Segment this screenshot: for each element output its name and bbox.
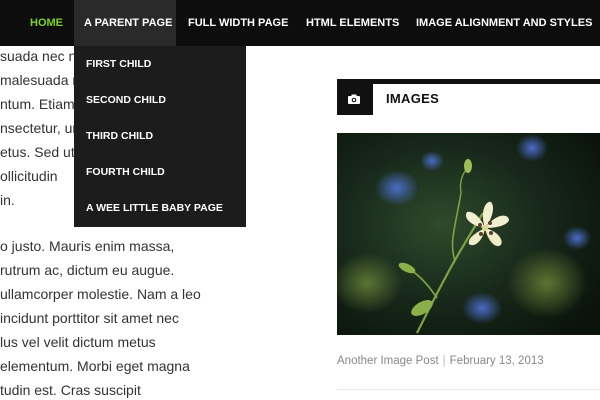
content-line: ntum. Etiam	[0, 96, 75, 112]
post-meta: Another Image Post | February 13, 2013	[337, 355, 544, 367]
content-line: incidunt porttitor sit amet nec	[0, 310, 179, 326]
post-title-link[interactable]: Another Image Post	[337, 355, 439, 367]
camera-icon	[348, 94, 360, 104]
meta-separator: |	[442, 355, 446, 367]
submenu-item-third-child[interactable]: THIRD CHILD	[86, 130, 153, 142]
post-thumbnail-image[interactable]	[337, 133, 600, 335]
nav-item-image-alignment[interactable]: IMAGE ALIGNMENT AND STYLES	[406, 0, 600, 46]
divider	[337, 389, 600, 390]
widget-title: IMAGES	[386, 91, 440, 106]
content-line: ollicitudin	[0, 168, 58, 184]
submenu-item-wee-little-baby-page[interactable]: A WEE LITTLE BABY PAGE	[86, 202, 223, 214]
submenu-item-second-child[interactable]: SECOND CHILD	[86, 94, 166, 106]
submenu-item-first-child[interactable]: FIRST CHILD	[86, 58, 151, 70]
submenu-dropdown: FIRST CHILD SECOND CHILD THIRD CHILD FOU…	[74, 46, 246, 227]
nav-item-html-elements[interactable]: HTML ELEMENTS	[296, 0, 409, 46]
submenu-item-fourth-child[interactable]: FOURTH CHILD	[86, 166, 165, 178]
widget-header	[337, 84, 600, 115]
nav-item-home[interactable]: HOME	[20, 0, 73, 46]
content-line: in.	[0, 192, 15, 208]
content-line: rutrum ac, dictum eu augue.	[0, 262, 175, 278]
content-line: lus vel velit dictum metus	[0, 334, 156, 350]
main-navigation: HOME A PARENT PAGE FULL WIDTH PAGE HTML …	[0, 0, 600, 46]
nav-item-a-parent-page[interactable]: A PARENT PAGE	[74, 0, 176, 46]
content-line: tudin est. Cras suscipit	[0, 382, 141, 398]
content-line: ullamcorper molestie. Nam a leo	[0, 286, 201, 302]
nav-item-full-width-page[interactable]: FULL WIDTH PAGE	[178, 0, 298, 46]
content-line: elementum. Morbi eget magna	[0, 358, 190, 374]
content-line: o justo. Mauris enim massa,	[0, 238, 175, 254]
post-date[interactable]: February 13, 2013	[450, 355, 544, 367]
